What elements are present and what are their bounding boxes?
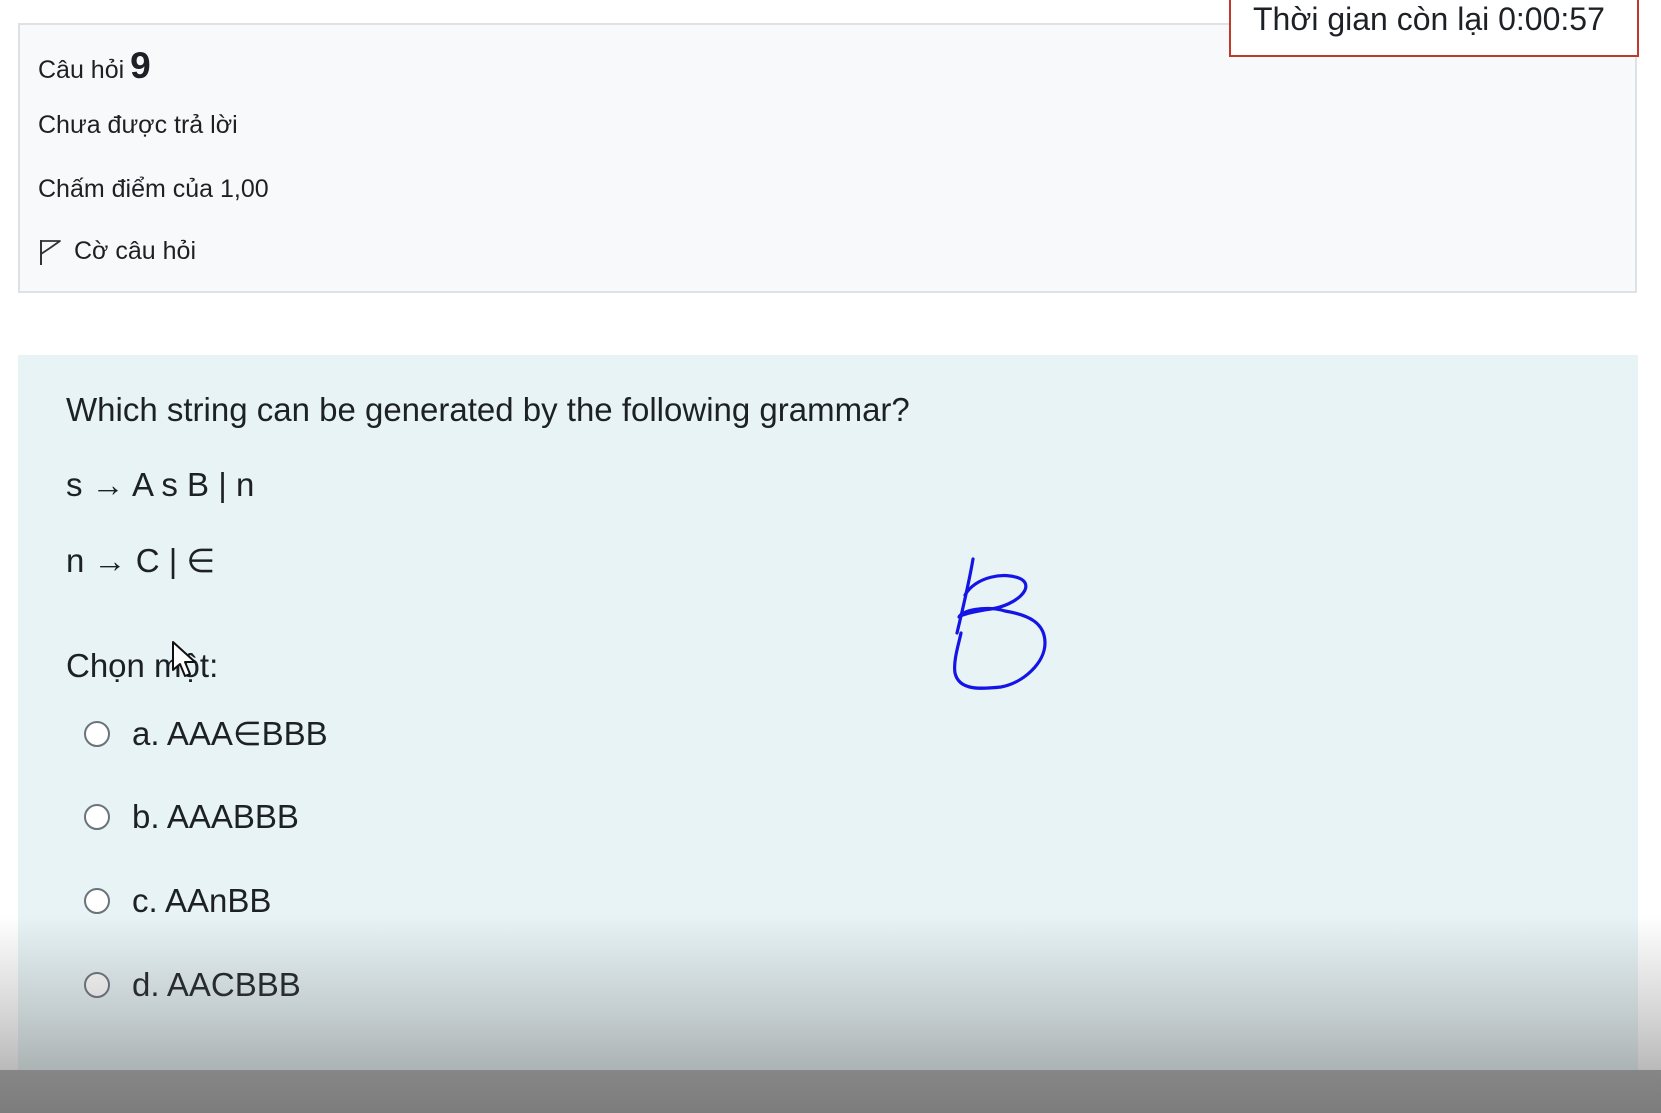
- question-number-value: 9: [130, 45, 151, 86]
- option-a[interactable]: a. AAA∈BBB: [84, 714, 328, 753]
- question-grade: Chấm điểm của 1,00: [38, 175, 269, 203]
- question-number: Câu hỏi 9: [38, 45, 151, 87]
- flag-outline-icon: [40, 239, 61, 265]
- option-c[interactable]: c. AAnBB: [84, 882, 271, 920]
- option-b-label: b. AAABBB: [132, 798, 299, 835]
- option-a-label: a. AAA∈BBB: [132, 715, 328, 752]
- grammar-rule-1: s → A s B | n: [66, 466, 255, 503]
- option-d-label: d. AACBBB: [132, 966, 301, 1003]
- question-content: Which string can be generated by the fol…: [18, 355, 1638, 1070]
- handwritten-annotation-b: [953, 557, 1047, 690]
- question-label: Câu hỏi: [38, 56, 125, 84]
- question-text: Which string can be generated by the fol…: [66, 391, 910, 428]
- radio-option-b[interactable]: [84, 804, 110, 830]
- time-remaining: Thời gian còn lại 0:00:57: [1229, 0, 1639, 57]
- mouse-pointer-icon: [172, 641, 196, 677]
- option-c-label: c. AAnBB: [132, 882, 272, 919]
- grammar-rule-2: n → C | ∈: [66, 542, 216, 579]
- option-b[interactable]: b. AAABBB: [84, 798, 299, 836]
- bottom-bar: [0, 1070, 1661, 1113]
- question-info-panel: Câu hỏi 9 Chưa được trả lời Chấm điểm của…: [18, 23, 1637, 293]
- option-d[interactable]: d. AACBBB: [84, 966, 301, 1004]
- radio-option-a[interactable]: [84, 720, 110, 747]
- radio-option-c[interactable]: [84, 888, 110, 914]
- flag-question-label: Cờ câu hỏi: [74, 237, 197, 265]
- radio-option-d[interactable]: [84, 972, 110, 998]
- question-state: Chưa được trả lời: [38, 111, 238, 139]
- flag-question-button[interactable]: Cờ câu hỏi: [38, 237, 196, 266]
